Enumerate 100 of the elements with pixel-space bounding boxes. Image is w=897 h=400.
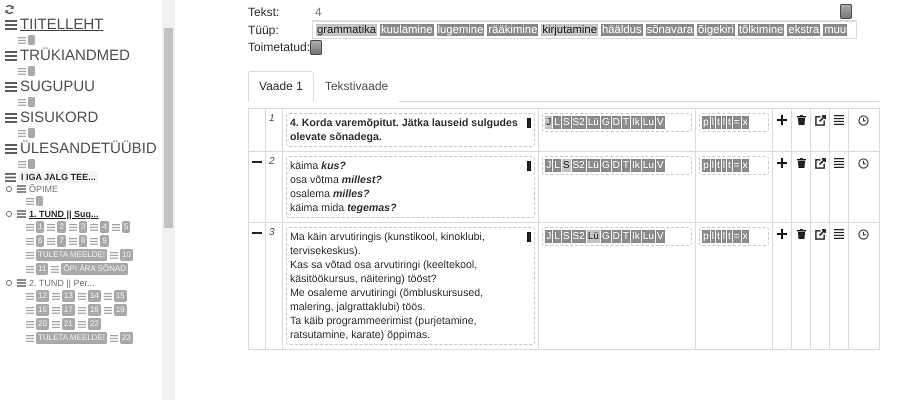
exercise-chip[interactable]: 9	[100, 235, 109, 247]
exercise-chip[interactable]: 17	[62, 304, 75, 316]
skill-tag[interactable]: G	[600, 230, 611, 243]
exercise-chip[interactable]: 6	[36, 235, 44, 247]
skill-tag[interactable]: J	[545, 116, 552, 129]
list-icon[interactable]	[834, 158, 844, 168]
refresh-icon[interactable]	[4, 4, 15, 15]
exercise-chip[interactable]: 2	[57, 221, 66, 233]
text-editor[interactable]: 4. Korda varemõpitut. Jätka lauseid sulgudes olevate sõnadega.	[286, 113, 536, 147]
mark-tag[interactable]: t	[716, 230, 721, 243]
exercise-chip[interactable]: 15	[114, 290, 127, 302]
menu-icon[interactable]	[5, 172, 16, 182]
type-tag[interactable]: rääkimine	[487, 24, 538, 36]
skill-tag[interactable]: V	[656, 116, 665, 129]
skill-tag[interactable]: S2	[572, 230, 586, 243]
list-icon[interactable]	[834, 229, 844, 239]
exercise-chip[interactable]: 3	[78, 221, 88, 233]
tree-item[interactable]: TIITELLEHT	[20, 16, 104, 34]
skill-tag[interactable]: Ik	[630, 159, 641, 172]
exercise-chip[interactable]: 19	[114, 304, 127, 316]
menu-icon[interactable]	[5, 82, 17, 92]
item-chip[interactable]	[28, 159, 35, 169]
type-tag[interactable]: sõnavara	[646, 24, 694, 36]
clock-icon[interactable]	[858, 229, 870, 240]
exercise-chip[interactable]: 20	[36, 318, 49, 330]
type-tag[interactable]: muu	[823, 24, 848, 36]
mark-tag[interactable]: l	[722, 159, 726, 172]
menu-icon[interactable]	[5, 51, 17, 61]
skill-tag[interactable]: L	[553, 230, 561, 243]
mark-tag[interactable]: =	[732, 159, 741, 172]
handle-icon[interactable]	[527, 161, 532, 171]
edit-icon[interactable]	[814, 115, 826, 126]
mark-tag[interactable]: =	[732, 116, 741, 129]
item-chip[interactable]	[28, 35, 35, 45]
tree-item[interactable]: I IGA JALG TEE...	[19, 171, 98, 183]
text-editor[interactable]: käima kus? osa võtma millest? osalema milles? käima mida tegemas?	[286, 156, 536, 218]
skill-tag[interactable]: Lü	[586, 116, 600, 129]
exercise-chip[interactable]: 5	[122, 221, 130, 233]
mark-tag[interactable]: x	[742, 116, 749, 129]
skill-tag[interactable]: V	[656, 159, 665, 172]
skill-tag[interactable]: S	[562, 159, 570, 172]
mark-tag[interactable]: l	[710, 230, 715, 243]
mark-tag[interactable]: l	[722, 116, 726, 129]
edit-icon[interactable]	[814, 229, 826, 240]
add-icon[interactable]	[777, 158, 788, 168]
menu-icon[interactable]	[5, 113, 17, 123]
menu-icon[interactable]	[17, 279, 26, 287]
skill-tag[interactable]: Lü	[586, 159, 600, 172]
tree-item[interactable]: SISUKORD	[20, 109, 98, 127]
mark-tag[interactable]: =	[732, 230, 741, 243]
exercise-chip[interactable]: 23	[120, 332, 133, 344]
mark-tag[interactable]: p	[702, 159, 710, 172]
toggle-handle[interactable]	[840, 4, 852, 19]
type-tag[interactable]: lugemine	[436, 24, 484, 36]
exercise-chip[interactable]: 21	[62, 318, 75, 330]
list-icon[interactable]	[834, 115, 844, 125]
tree-item[interactable]: SUGUPUU	[20, 78, 96, 96]
skill-tag[interactable]: D	[612, 116, 621, 129]
mark-tag[interactable]: t	[726, 230, 732, 243]
skill-tag[interactable]: Ik	[630, 116, 641, 129]
tree-item[interactable]: TRÜKIANDMED	[20, 47, 130, 65]
skill-tag[interactable]: S	[562, 230, 570, 243]
mark-tag[interactable]: x	[742, 230, 749, 243]
skill-tag[interactable]: S2	[572, 116, 586, 129]
exercise-chip[interactable]: 18	[88, 304, 101, 316]
text-editor[interactable]	[286, 227, 536, 345]
skill-tag[interactable]: D	[612, 159, 621, 172]
exercise-chip[interactable]: 11	[36, 263, 48, 275]
clock-icon[interactable]	[858, 115, 870, 126]
mark-tag[interactable]: p	[702, 116, 710, 129]
skill-tag[interactable]: S	[562, 116, 570, 129]
mark-tag[interactable]: p	[702, 230, 710, 243]
exercise-chip[interactable]: 16	[36, 304, 49, 316]
skill-tag[interactable]: J	[545, 230, 552, 243]
trash-icon[interactable]	[796, 115, 806, 125]
skill-tag[interactable]: G	[600, 116, 611, 129]
tree-item[interactable]: ÜLESANDETÜÜBID	[20, 140, 157, 158]
mark-tag[interactable]: t	[726, 159, 732, 172]
type-tag[interactable]: grammatika	[316, 24, 378, 36]
view-tab[interactable]: Vaade 1	[248, 71, 314, 102]
skill-tag[interactable]: D	[612, 230, 621, 243]
mark-tag[interactable]: t	[716, 116, 721, 129]
type-tag[interactable]: ekstra	[787, 24, 820, 36]
skill-tag[interactable]: T	[622, 230, 630, 243]
mark-tag[interactable]: l	[722, 230, 726, 243]
type-tag[interactable]: tõlkimine	[738, 24, 784, 36]
skill-tag[interactable]: L	[553, 116, 561, 129]
scrollbar[interactable]	[162, 0, 175, 400]
item-chip[interactable]	[28, 128, 35, 138]
trash-icon[interactable]	[796, 158, 806, 168]
item-chip[interactable]	[36, 196, 43, 206]
type-tag[interactable]: kuulamine	[380, 24, 434, 36]
tree-item[interactable]: 1. TUND || Sug...	[29, 208, 99, 220]
mark-tag[interactable]: x	[742, 159, 749, 172]
exercise-chip[interactable]: 8	[78, 235, 88, 247]
exercise-chip[interactable]: 7	[57, 235, 66, 247]
skill-tag[interactable]: V	[656, 230, 665, 243]
exercise-chip[interactable]: 22	[88, 318, 101, 330]
exercise-chip[interactable]: ÕPI ÄRA SÕNAD	[61, 263, 128, 275]
tree-item[interactable]: 2. TUND || Per...	[29, 277, 95, 289]
